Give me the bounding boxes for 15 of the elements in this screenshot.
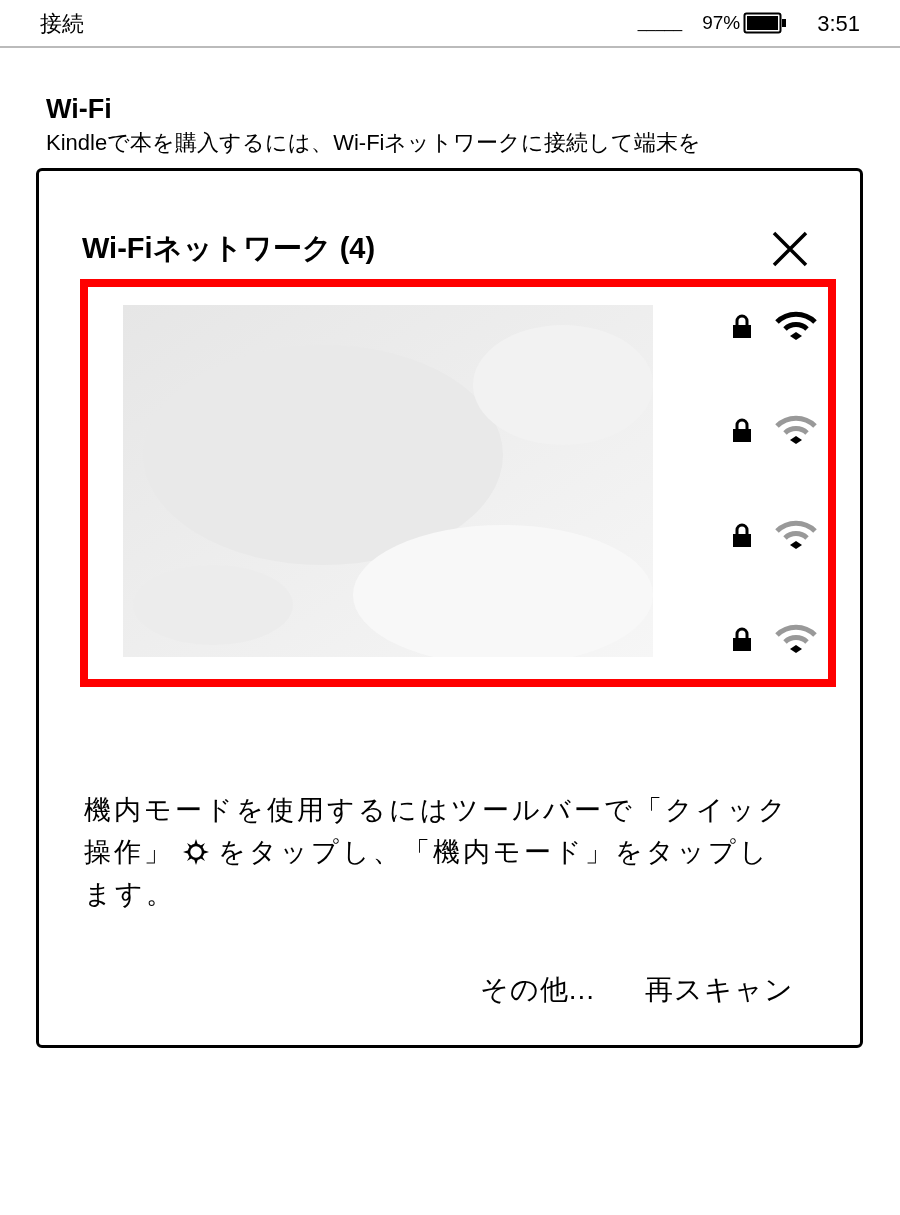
clock: 3:51 [817,9,860,38]
section-description: Kindleで本を購入するには、Wi-Fiネットワークに接続して端末を [46,129,703,157]
battery-icon [743,12,788,34]
dialog-title: Wi-Fiネットワーク (4) [82,231,376,266]
gear-icon [182,837,210,866]
instruction-text: ます。 [84,877,176,911]
battery-percent: 97% [702,10,741,35]
instruction-text: をタップし、「機内モード」をタップし [218,835,770,869]
signal-indicator: _____ [637,13,683,34]
page-title: 接続 [40,9,85,38]
section-heading: Wi-Fi [46,93,113,126]
instruction-text: 機内モードを使用するにはツールバーで「クイック [84,793,789,827]
instruction-text: 操作」 [84,835,174,869]
dialog-button[interactable]: その他... [479,964,595,1015]
dialog-button[interactable]: 再スキャン [645,964,794,1015]
